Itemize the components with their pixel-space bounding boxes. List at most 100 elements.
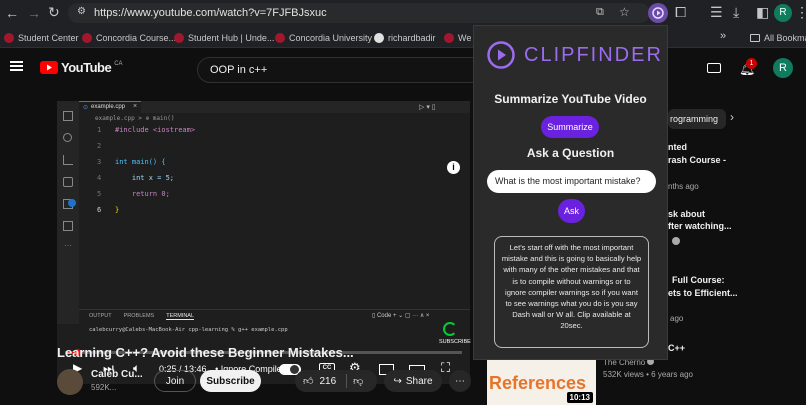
video-title: Learning C++? Avoid these Beginner Mista… [57, 345, 354, 360]
cast-icon[interactable]: ⧉ [596, 6, 604, 19]
line-number: 5 [97, 190, 102, 198]
cpp-file-icon: ⊙ [83, 105, 89, 111]
subscribe-overlay[interactable]: SUBSCRIBE [439, 339, 471, 345]
source-control-icon [63, 155, 73, 165]
site-info-icon[interactable]: ⚙ [77, 6, 86, 17]
share-icon: ↪ [393, 375, 402, 387]
thumbnail-text: References [489, 373, 587, 393]
subscribe-button[interactable]: Subscribe [200, 370, 261, 392]
line-number: 2 [97, 142, 102, 150]
like-count: 216 [319, 375, 337, 387]
notification-badge: 1 [746, 58, 757, 69]
editor-tab: ⊙ example.cpp × [79, 101, 141, 113]
youtube-page: YouTube CA OOP in c++ 🔔︎ 1 R ··· ⊙ examp… [0, 49, 806, 405]
code-line: #include <iostream> [115, 126, 196, 134]
extension-badge [68, 199, 76, 207]
subscriber-count: 592K... [91, 383, 117, 392]
channel-name[interactable]: Caleb Cu... [91, 369, 143, 380]
extensions-icon[interactable]: ⧠ [675, 5, 686, 19]
profile-avatar[interactable]: R [774, 4, 792, 22]
bookmark-item[interactable]: We [444, 31, 471, 44]
concordia-icon [82, 32, 92, 43]
all-bookmarks[interactable]: All Bookmar [750, 31, 806, 44]
share-button[interactable]: ↪ Share [384, 370, 442, 392]
concordia-icon [275, 32, 285, 43]
concordia-icon [4, 32, 14, 43]
bookmark-star-icon[interactable]: ☆ [619, 5, 630, 19]
youtube-avatar[interactable]: R [773, 58, 793, 78]
explorer-icon [63, 111, 73, 121]
fullscreen-icon[interactable]: ⛶ [441, 360, 450, 376]
line-number: 1 [97, 126, 102, 134]
forward-icon[interactable]: → [27, 6, 41, 20]
thumbs-down-icon[interactable]: 👎︎ [353, 375, 363, 387]
sidebar-video-title[interactable]: Full Course: [672, 275, 725, 285]
bookmark-label: Concordia Course... [96, 32, 177, 43]
address-bar[interactable]: ⚙ https://www.youtube.com/watch?v=7FJFBJ… [68, 3, 650, 23]
search-query: OOP in c++ [210, 64, 268, 76]
question-input[interactable]: What is the most important mistake? [487, 170, 656, 193]
thumbs-up-icon[interactable]: 👍︎ [303, 375, 313, 387]
region-label: CA [114, 60, 123, 67]
hamburger-icon[interactable] [10, 61, 23, 71]
bookmark-label: Concordia University [289, 32, 373, 43]
reload-icon[interactable]: ↻ [48, 5, 60, 19]
sidebar-video-title[interactable]: nted [668, 142, 687, 152]
sidebar-video-title[interactable]: fter watching... [668, 221, 732, 231]
tab-search-icon[interactable]: ☰ [710, 5, 723, 19]
search-input[interactable]: OOP in c++ [197, 57, 497, 83]
terminal-profile-label: Code [376, 313, 392, 319]
download-icon[interactable]: ⤓ [733, 5, 739, 19]
sidebar-video-title[interactable]: rash Course - [668, 155, 726, 165]
menu-icon[interactable]: ⋮ [795, 5, 806, 19]
youtube-play-icon [40, 61, 58, 74]
run-debug-icon [63, 177, 73, 187]
sidebar-thumbnail[interactable]: References 10:13 [487, 359, 596, 405]
channel-avatar[interactable] [57, 369, 83, 395]
sidebar-video-title[interactable]: C++ [668, 343, 685, 353]
search-icon [63, 133, 72, 142]
browser-toolbar: ← → ↻ ⚙ https://www.youtube.com/watch?v=… [0, 0, 806, 26]
clipfinder-extension-icon[interactable] [648, 3, 668, 23]
close-tab-icon: × [133, 103, 138, 110]
more-actions-icon[interactable]: ⋯ [449, 370, 471, 392]
bookmark-label: Student Hub | Unde... [188, 32, 275, 43]
editor-activity-bar: ··· [57, 101, 79, 324]
summarize-button[interactable]: Summarize [541, 116, 599, 138]
github-icon [374, 32, 384, 43]
chip-programming[interactable]: rogramming [668, 109, 726, 129]
editor-tab-label: example.cpp [91, 104, 126, 110]
bookmark-item[interactable]: Concordia Course... [82, 31, 176, 44]
sidebar-video-meta: nths ago [668, 182, 699, 191]
create-icon[interactable] [707, 63, 721, 73]
youtube-logo[interactable]: YouTube CA [40, 60, 123, 75]
ask-button[interactable]: Ask [558, 199, 585, 223]
chevron-right-icon[interactable]: › [730, 110, 734, 124]
more-bookmarks[interactable]: » [720, 29, 726, 42]
join-button[interactable]: Join [154, 370, 196, 392]
code-line: } [115, 206, 120, 214]
back-icon[interactable]: ← [5, 6, 19, 20]
bookmark-item[interactable]: Concordia University [275, 31, 372, 44]
sidebar-video-title[interactable]: ets to Efficient... [668, 288, 738, 298]
bookmark-item[interactable]: Student Hub | Unde... [174, 31, 274, 44]
run-icon: ▷ ▾ ▯ [419, 104, 436, 111]
clipfinder-popup: CLIPFINDER Summarize YouTube Video Summa… [473, 25, 668, 360]
line-number: 6 [97, 206, 102, 214]
chip-label: rogramming [670, 114, 719, 124]
all-bookmarks-label: All Bookmar [764, 32, 806, 43]
panel-tabs: OUTPUT PROBLEMS TERMINAL [89, 313, 195, 320]
video-player[interactable]: ··· ⊙ example.cpp × ▷ ▾ ▯ example.cpp > … [57, 101, 471, 384]
clipfinder-title: CLIPFINDER [524, 43, 663, 66]
info-icon[interactable]: i [447, 161, 460, 174]
bookmark-label: richardbadir [388, 32, 436, 43]
panel-tab-output: OUTPUT [89, 313, 112, 319]
bookmark-item[interactable]: richardbadir [374, 31, 436, 44]
sidepanel-icon[interactable]: ◧ [756, 5, 769, 19]
like-dislike-group[interactable]: 👍︎ 216 👎︎ [295, 370, 377, 392]
verified-icon [672, 237, 680, 245]
subscribe-spinner-icon [443, 322, 457, 336]
clipfinder-logo: CLIPFINDER [486, 40, 663, 70]
sidebar-video-title[interactable]: sk about [668, 209, 705, 219]
bookmark-item[interactable]: Student Center [4, 31, 79, 44]
